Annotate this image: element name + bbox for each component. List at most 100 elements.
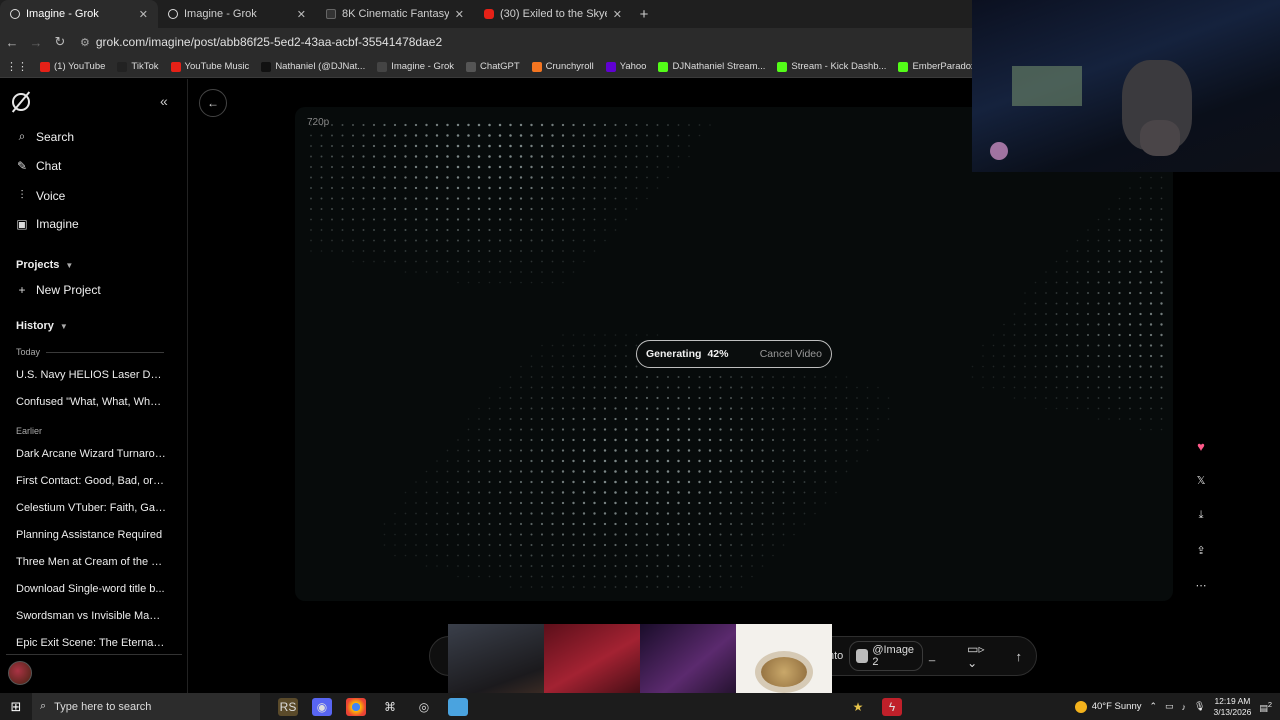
history-item[interactable]: Celestium VTuber: Faith, Gam... bbox=[16, 502, 166, 514]
microphone-icon[interactable]: 🎙 bbox=[1194, 701, 1205, 712]
time-text: 12:19 AM bbox=[1214, 695, 1251, 706]
bookmark-item[interactable]: Crunchyroll bbox=[531, 61, 594, 72]
submit-arrow-icon[interactable]: ↑ bbox=[1016, 649, 1023, 664]
history-item[interactable]: Download Single-word title b... bbox=[16, 583, 166, 595]
sidebar-item-chat[interactable]: ✎ Chat bbox=[16, 159, 61, 173]
reload-icon[interactable]: ↻ bbox=[48, 34, 72, 50]
bookmark-label: TikTok bbox=[131, 61, 159, 72]
page-favicon-icon bbox=[326, 9, 336, 19]
bookmark-favicon-icon bbox=[531, 61, 542, 72]
bookmark-label: DJNathaniel Stream... bbox=[672, 61, 766, 72]
history-label: History bbox=[16, 320, 54, 332]
like-heart-icon[interactable]: ♥ bbox=[1195, 439, 1207, 454]
projects-header[interactable]: Projects ▼ bbox=[16, 259, 73, 271]
taskbar-apps: RS ◉ ⌘ ◎ bbox=[278, 697, 468, 716]
notifications-icon[interactable]: ▤2 bbox=[1259, 700, 1272, 714]
back-arrow-icon[interactable]: ← bbox=[0, 35, 24, 50]
bookmark-item[interactable]: YouTube Music bbox=[170, 61, 249, 72]
clock[interactable]: 12:19 AM 3/13/2026 bbox=[1213, 696, 1251, 718]
history-item[interactable]: Planning Assistance Required bbox=[16, 529, 166, 541]
taskbar-search[interactable]: ⌕ Type here to search bbox=[32, 693, 260, 720]
tab-imagine-grok-2[interactable]: Imagine - Grok ✕ bbox=[158, 0, 316, 28]
close-tab-icon[interactable]: ✕ bbox=[455, 8, 464, 21]
search-icon: ⌕ bbox=[40, 700, 47, 712]
bookmark-favicon-icon bbox=[898, 61, 909, 72]
history-item[interactable]: Three Men at Cream of the Sl... bbox=[16, 556, 166, 568]
sidebar-item-search[interactable]: ⌕ Search bbox=[16, 129, 74, 144]
bookmark-item[interactable]: TikTok bbox=[117, 61, 159, 72]
capcut-app-icon[interactable]: ⌘ bbox=[380, 698, 400, 716]
video-preview: 720p Generating 42% Cancel Video bbox=[295, 107, 1173, 601]
share-icon[interactable]: ⇪ bbox=[1195, 544, 1207, 557]
sidebar: « ⌕ Search ✎ Chat ⫶ Voice ▣ Imagine Proj… bbox=[0, 79, 188, 693]
avatar[interactable] bbox=[8, 661, 32, 685]
group-label: Earlier bbox=[16, 426, 43, 436]
history-item[interactable]: Confused "What, What, What... bbox=[16, 396, 166, 408]
back-button[interactable]: ← bbox=[199, 89, 227, 117]
collapse-sidebar-icon[interactable]: « bbox=[160, 93, 168, 109]
history-item[interactable]: First Contact: Good, Bad, or U... bbox=[16, 475, 166, 487]
system-tray: 40°F Sunny ⌃ ▭ ♪ 🎙 12:19 AM 3/13/2026 ▤2 bbox=[1074, 696, 1280, 718]
bookmark-label: Crunchyroll bbox=[545, 61, 594, 72]
bookmark-item[interactable]: ChatGPT bbox=[466, 61, 520, 72]
url-field[interactable]: ⚙ grok.com/imagine/post/abb86f25-5ed2-43… bbox=[80, 35, 442, 49]
x-share-icon[interactable]: 𝕏 bbox=[1195, 474, 1207, 487]
volume-icon[interactable]: ♪ bbox=[1182, 702, 1187, 712]
sun-icon bbox=[1074, 700, 1087, 713]
tab-imagine-grok-1[interactable]: Imagine - Grok ✕ bbox=[0, 0, 158, 28]
window-light bbox=[1012, 66, 1082, 106]
chevron-up-icon[interactable]: ⌃ bbox=[1149, 701, 1157, 712]
sidebar-item-imagine[interactable]: ▣ Imagine bbox=[16, 217, 78, 231]
divider bbox=[46, 351, 164, 353]
group-label: Today bbox=[16, 347, 41, 357]
bookmark-item[interactable]: Nathaniel (@DJNat... bbox=[261, 61, 365, 72]
apps-grid-icon[interactable]: ⋮⋮ bbox=[6, 60, 28, 73]
runescape-app-icon[interactable]: RS bbox=[278, 697, 298, 716]
bookmark-item[interactable]: Imagine - Grok bbox=[377, 61, 454, 72]
site-info-icon[interactable]: ⚙ bbox=[80, 36, 90, 49]
lightning-app-icon[interactable]: ϟ bbox=[882, 697, 902, 716]
bookmark-item[interactable]: Stream - Kick Dashb... bbox=[777, 61, 886, 72]
bookmark-favicon-icon bbox=[117, 61, 128, 72]
windows-start-icon[interactable]: ⊞ bbox=[0, 699, 32, 715]
history-item[interactable]: Epic Exit Scene: The Eternal S... bbox=[16, 637, 166, 649]
forward-arrow-icon[interactable]: → bbox=[24, 35, 48, 50]
bookmark-favicon-icon bbox=[377, 61, 388, 72]
network-icon[interactable]: ▭ bbox=[1165, 701, 1174, 712]
more-options-icon[interactable]: ⋯ bbox=[1195, 579, 1207, 592]
download-icon[interactable]: ⤓ bbox=[1195, 509, 1207, 522]
tab-exiled-to-skye[interactable]: (30) Exiled to the Skye (A Skye ✕ bbox=[474, 0, 632, 28]
close-tab-icon[interactable]: ✕ bbox=[297, 8, 306, 21]
bookmark-item[interactable]: DJNathaniel Stream... bbox=[658, 61, 765, 72]
bookmark-item[interactable]: Yahoo bbox=[605, 61, 646, 72]
cancel-video-button[interactable]: Cancel Video bbox=[760, 348, 822, 360]
tab-cinematic-fantasy[interactable]: 8K Cinematic Fantasy Design ✕ bbox=[316, 0, 474, 28]
history-item[interactable]: U.S. Navy HELIOS Laser Dow... bbox=[16, 369, 166, 381]
weather-widget[interactable]: 40°F Sunny bbox=[1074, 700, 1141, 713]
video-mode-icon[interactable]: ▭▹ ⌄ bbox=[967, 642, 991, 670]
history-header[interactable]: History ▼ bbox=[16, 320, 68, 332]
sidebar-item-label: Chat bbox=[36, 159, 62, 173]
discord-app-icon[interactable]: ◉ bbox=[312, 697, 332, 716]
sidebar-item-label: Voice bbox=[36, 188, 66, 203]
image-mention-chip[interactable]: @Image 2 bbox=[849, 641, 924, 671]
files-app-icon[interactable] bbox=[448, 697, 468, 716]
bookmark-favicon-icon bbox=[40, 61, 50, 72]
chrome-app-icon[interactable] bbox=[346, 697, 366, 716]
image-icon: ▣ bbox=[16, 217, 28, 231]
close-tab-icon[interactable]: ✕ bbox=[139, 8, 148, 21]
bookmark-item[interactable]: (1) YouTube bbox=[40, 61, 105, 72]
new-project-button[interactable]: + New Project bbox=[16, 283, 100, 297]
history-group-earlier: Earlier bbox=[16, 426, 164, 436]
projects-label: Projects bbox=[16, 259, 60, 271]
youtube-favicon-icon bbox=[484, 9, 494, 19]
history-item[interactable]: Swordsman vs Invisible Mage ... bbox=[16, 610, 166, 622]
star-app-icon[interactable]: ★ bbox=[848, 698, 868, 716]
sidebar-item-voice[interactable]: ⫶ Voice bbox=[16, 188, 65, 203]
new-tab-button[interactable]: + bbox=[632, 6, 656, 23]
obs-app-icon[interactable]: ◎ bbox=[414, 698, 434, 716]
close-tab-icon[interactable]: ✕ bbox=[613, 8, 622, 21]
history-item[interactable]: Dark Arcane Wizard Turnarou... bbox=[16, 448, 166, 460]
grok-logo-icon[interactable] bbox=[12, 93, 30, 111]
bookmark-favicon-icon bbox=[605, 61, 616, 72]
